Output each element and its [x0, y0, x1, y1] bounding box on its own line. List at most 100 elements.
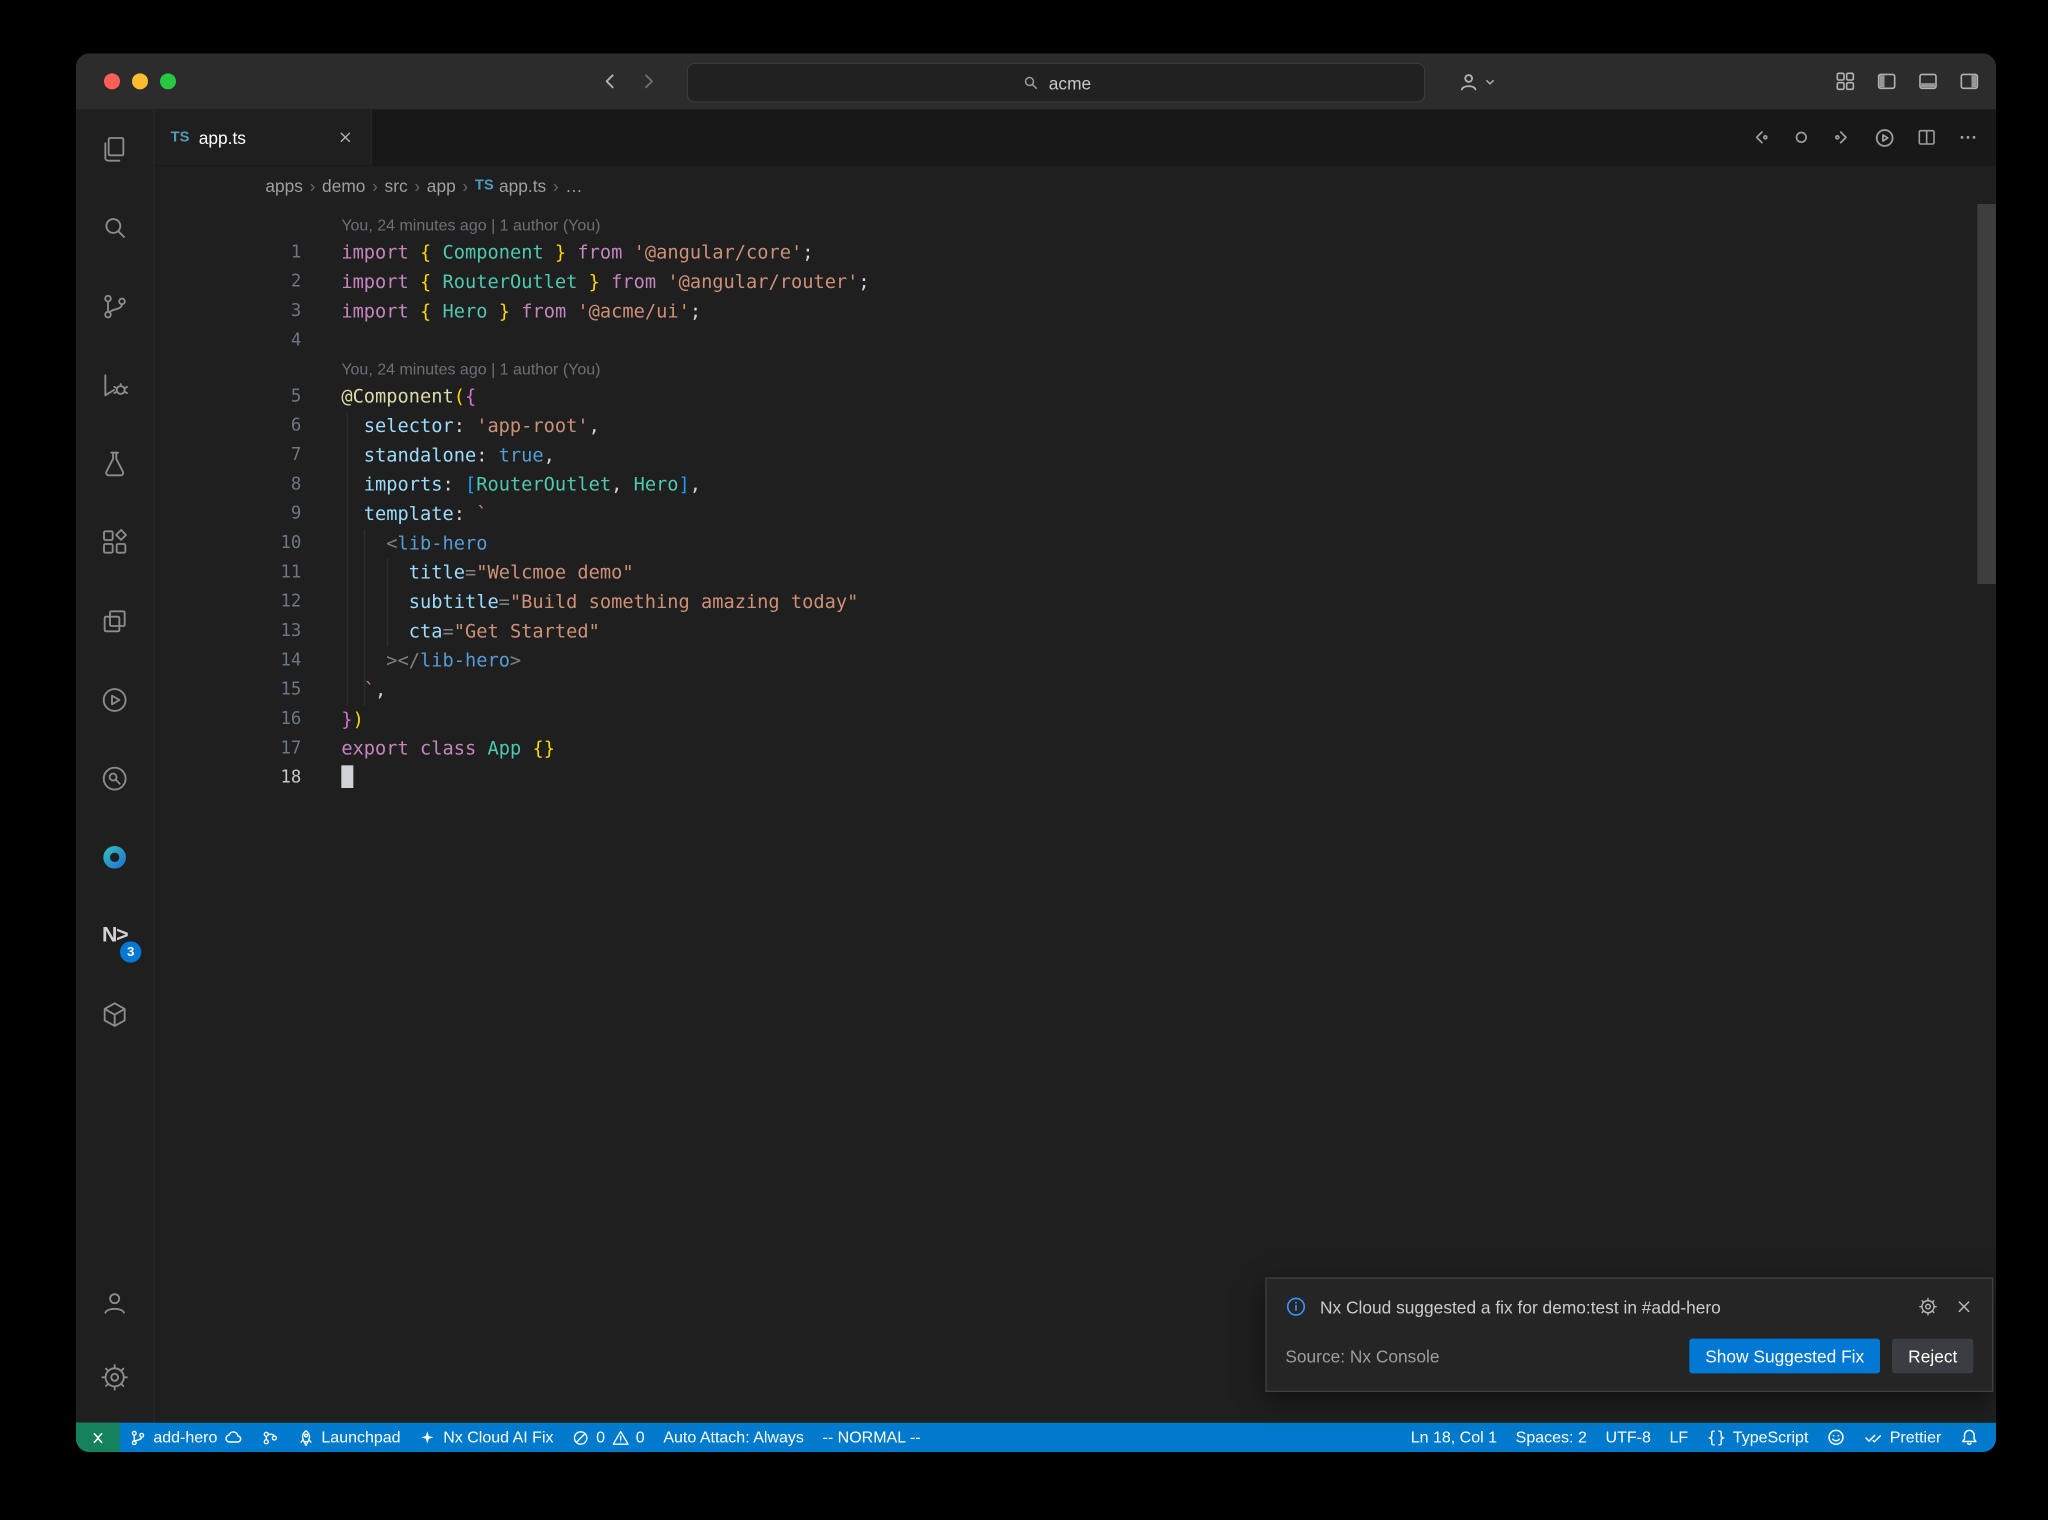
sidebar-item-explorer[interactable] [76, 109, 153, 188]
sidebar-item-package-explorer[interactable] [76, 975, 153, 1054]
language-mode-item[interactable]: {} TypeScript [1698, 1423, 1818, 1452]
nx-cloud-ai-fix-item[interactable]: Nx Cloud AI Fix [410, 1423, 563, 1452]
bell-icon [1960, 1428, 1979, 1447]
sidebar-item-testing[interactable] [76, 424, 153, 503]
more-actions-icon[interactable] [1957, 127, 1978, 148]
sidebar-item-run-debug[interactable] [76, 345, 153, 424]
code-line: 7 standalone: true, [290, 445, 555, 467]
close-tab-icon[interactable] [336, 128, 355, 147]
navigate-forward-icon[interactable] [1832, 127, 1853, 148]
show-suggested-fix-button[interactable]: Show Suggested Fix [1689, 1338, 1881, 1374]
code-line: 16}) [280, 709, 364, 731]
sidebar-item-layers[interactable] [76, 581, 153, 660]
notification-title: Nx Cloud suggested a fix for demo:test i… [1319, 1296, 1721, 1317]
remote-indicator[interactable] [75, 1422, 120, 1452]
scrollbar-thumb[interactable] [1977, 203, 1996, 584]
commit-graph-item[interactable] [252, 1423, 288, 1452]
code-line: 12 subtitle="Build something amazing tod… [280, 591, 859, 614]
chevron-right-icon: › [372, 175, 378, 196]
notification-toast: Nx Cloud suggested a fix for demo:test i… [1265, 1277, 1994, 1392]
vim-mode-item[interactable]: -- NORMAL -- [813, 1423, 930, 1452]
eol-item[interactable]: LF [1660, 1423, 1697, 1452]
typescript-file-icon: TS [474, 177, 494, 194]
braces-icon: {} [1706, 1427, 1727, 1447]
sparkle-icon [419, 1429, 436, 1446]
customize-layout-icon[interactable] [1835, 71, 1856, 92]
sidebar-item-run-panel[interactable] [76, 660, 153, 739]
chevron-down-icon [1483, 74, 1498, 89]
breadcrumb-item[interactable]: demo [322, 175, 365, 195]
code-line: 10 <lib-hero [280, 533, 488, 555]
notification-source: Source: Nx Console [1285, 1345, 1440, 1366]
indent-guide [346, 411, 348, 706]
reject-button[interactable]: Reject [1892, 1338, 1974, 1374]
tab-app-ts[interactable]: TS app.ts [154, 109, 372, 166]
breadcrumb-item[interactable]: app [427, 175, 456, 195]
breadcrumb-item-symbol[interactable]: … [565, 175, 582, 195]
sidebar-item-search[interactable] [76, 188, 153, 267]
tab-label: app.ts [198, 127, 246, 148]
testing-beaker-icon [99, 447, 131, 479]
cursor-position-item[interactable]: Ln 18, Col 1 [1401, 1423, 1506, 1452]
command-center-search[interactable]: acme [686, 62, 1426, 103]
breadcrumb-item[interactable]: apps [265, 175, 303, 195]
navigate-back-icon[interactable] [1749, 127, 1770, 148]
breadcrumb-item[interactable]: src [385, 175, 408, 195]
minimize-window-button[interactable] [131, 73, 148, 90]
formatter-item[interactable]: Prettier [1855, 1423, 1951, 1452]
breadcrumb-item-file[interactable]: TS app.ts [475, 175, 546, 195]
sidebar-item-code-search[interactable] [76, 739, 153, 818]
maximize-window-button[interactable] [159, 73, 176, 90]
accounts-menu[interactable] [1457, 53, 1497, 109]
toggle-primary-sidebar-icon[interactable] [1876, 71, 1897, 92]
teal-logo-icon [99, 841, 131, 873]
activity-bar: N> 3 [75, 109, 155, 1423]
double-check-icon [1864, 1428, 1883, 1447]
editor-cursor [341, 765, 354, 788]
split-editor-icon[interactable] [1916, 127, 1937, 148]
warning-count: 0 [635, 1427, 645, 1447]
feedback-item[interactable] [1818, 1423, 1855, 1452]
code-line: 3 import { Hero } from '@acme/ui'; [290, 301, 702, 323]
commit-graph-icon [261, 1429, 278, 1446]
toggle-panel-icon[interactable] [1917, 71, 1938, 92]
code-line: 1 import { Component } from '@angular/cor… [290, 242, 814, 264]
warning-icon [612, 1429, 629, 1446]
toggle-secondary-sidebar-icon[interactable] [1959, 71, 1980, 92]
sidebar-item-extensions[interactable] [76, 503, 153, 582]
code-line: 8 imports: [RouterOutlet, Hero], [290, 474, 702, 496]
accounts-button[interactable] [76, 1265, 153, 1340]
chevron-right-icon: › [414, 175, 421, 196]
search-value: acme [1048, 72, 1092, 93]
launchpad-item[interactable]: Launchpad [288, 1423, 410, 1452]
code-line: 13 cta="Get Started" [280, 621, 600, 643]
close-icon[interactable] [1955, 1297, 1974, 1316]
navigate-back-icon[interactable] [599, 71, 620, 92]
notifications-item[interactable] [1951, 1423, 1988, 1452]
desktop: acme N> 3 TS app.ts apps › demo › src › … [0, 0, 2048, 1520]
branch-item[interactable]: add-hero [120, 1423, 252, 1452]
circle-icon[interactable] [1791, 127, 1812, 148]
close-window-button[interactable] [103, 73, 120, 90]
run-circle-icon[interactable] [1873, 126, 1896, 149]
account-icon [99, 1287, 131, 1319]
sidebar-item-nx-console[interactable]: N> 3 [76, 896, 153, 975]
editor-scrollbar[interactable] [1977, 203, 1996, 1423]
window-controls [103, 73, 176, 90]
encoding-item[interactable]: UTF-8 [1596, 1423, 1660, 1452]
editor[interactable]: You, 24 minutes ago | 1 author (You) 1 imp… [154, 203, 1996, 1423]
auto-attach-item[interactable]: Auto Attach: Always [654, 1423, 813, 1452]
account-icon [1457, 70, 1480, 93]
code-line: 14 ></lib-hero> [280, 650, 522, 672]
sidebar-item-source-control[interactable] [76, 267, 153, 346]
error-count: 0 [596, 1427, 606, 1447]
notification-settings-gear-icon[interactable] [1917, 1296, 1938, 1317]
sidebar-item-extension-logo[interactable] [76, 817, 153, 896]
problems-item[interactable]: 0 0 [563, 1423, 654, 1452]
source-control-icon [99, 290, 131, 322]
indentation-item[interactable]: Spaces: 2 [1506, 1423, 1596, 1452]
code-line: 17 export class App {} [280, 738, 555, 760]
navigate-forward-icon[interactable] [639, 71, 660, 92]
settings-button[interactable] [76, 1340, 153, 1415]
code-line: 5 @Component({ [290, 386, 477, 408]
